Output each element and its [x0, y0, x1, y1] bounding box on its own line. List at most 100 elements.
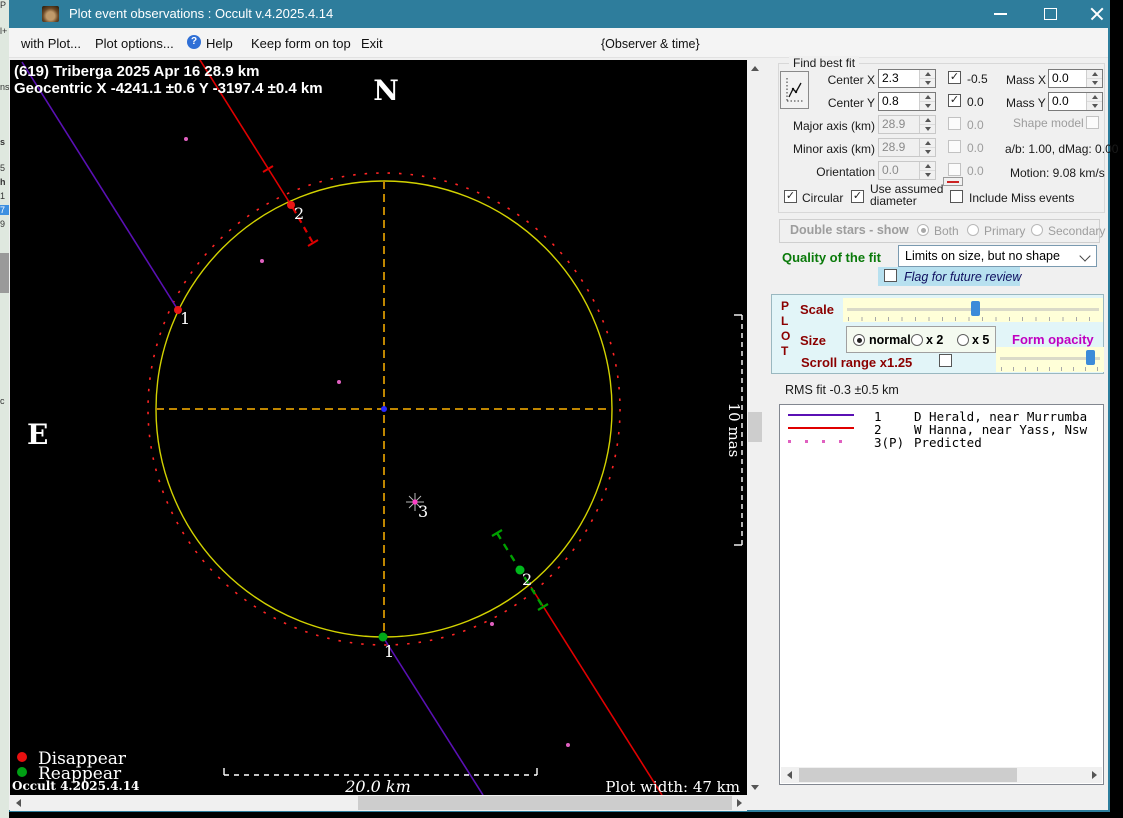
strip-char: 5: [0, 163, 5, 173]
scroll-up-arrow[interactable]: [747, 60, 763, 76]
mass-x-spinner[interactable]: 0.0: [1048, 69, 1103, 88]
spinner-down-icon: [920, 125, 935, 133]
close-button[interactable]: [1075, 0, 1119, 28]
center-y-spinner[interactable]: 0.8: [878, 92, 936, 111]
help-icon[interactable]: [187, 35, 201, 49]
listbox-scroll-thumb[interactable]: [799, 768, 1017, 782]
spinner-down-icon[interactable]: [1087, 79, 1102, 87]
scale-slider-thumb[interactable]: [971, 301, 980, 316]
include-miss-events-checkbox[interactable]: [950, 190, 963, 203]
combo-chevron-icon: [1079, 250, 1090, 261]
observer-row[interactable]: 1 D Herald, near Murrumba: [780, 409, 1103, 422]
window-title: Plot event observations : Occult v.4.202…: [69, 0, 333, 28]
strip-char: h: [0, 177, 6, 187]
form-opacity-slider[interactable]: [996, 347, 1104, 372]
menu-help[interactable]: Help: [206, 36, 233, 51]
hscrollbar-thumb[interactable]: [358, 796, 732, 810]
observer-row[interactable]: 2 W Hanna, near Yass, Nsw: [780, 422, 1103, 435]
chord1-departure: [383, 637, 483, 795]
spinner-up-icon[interactable]: [920, 70, 935, 79]
listbox-hscrollbar[interactable]: [781, 767, 1102, 783]
spinner-up-icon[interactable]: [1087, 93, 1102, 102]
quality-select[interactable]: Limits on size, but no shape: [898, 245, 1097, 267]
size-normal-radio[interactable]: [853, 334, 865, 346]
plot-letter: L: [781, 314, 788, 328]
shape-model-checkbox: [1086, 116, 1099, 129]
occultation-plot[interactable]: (619) Triberga 2025 Apr 16 28.9 kmGeocen…: [10, 60, 747, 795]
chord1-reappear-label: 1: [384, 642, 394, 661]
spinner-down-icon[interactable]: [920, 79, 935, 87]
flag-checkbox[interactable]: [884, 269, 897, 282]
size-label: Size: [800, 333, 826, 348]
orientation-check-label: 0.0: [967, 164, 984, 178]
scroll-left-arrow[interactable]: [10, 795, 26, 811]
fit-chart-button[interactable]: [780, 71, 809, 109]
size-x2-radio[interactable]: [911, 334, 923, 346]
mass-x-value: 0.0: [1049, 70, 1086, 87]
maximize-button[interactable]: [1028, 0, 1072, 28]
size-x2-label: x 2: [926, 333, 943, 347]
mass-y-label: Mass Y: [1006, 96, 1046, 110]
strip-char: P: [0, 0, 6, 10]
double-both-label: Both: [934, 224, 959, 238]
minimize-button[interactable]: [978, 0, 1022, 28]
orientation-checkbox: [948, 163, 961, 176]
menu-keep-form-on-top[interactable]: Keep form on top: [251, 36, 351, 51]
mass-y-spinner[interactable]: 0.0: [1048, 92, 1103, 111]
center-y-checkbox[interactable]: [948, 94, 961, 107]
slider-ticks: [1001, 367, 1099, 371]
red-line-button[interactable]: [943, 177, 963, 186]
menu-plot-options[interactable]: Plot options...: [95, 36, 174, 51]
menu-exit[interactable]: Exit: [361, 36, 383, 51]
predicted-label: 3: [418, 502, 428, 521]
minor-axis-value: 28.9: [879, 139, 919, 156]
size-radio-group: normal x 2 x 5: [846, 326, 996, 353]
circular-checkbox[interactable]: [784, 190, 797, 203]
occult-plot-window: Plot event observations : Occult v.4.202…: [9, 0, 1110, 812]
major-axis-label: Major axis (km): [785, 119, 875, 133]
center-x-checkbox[interactable]: [948, 71, 961, 84]
center-y-check-label: 0.0: [967, 95, 984, 109]
scroll-range-checkbox[interactable]: [939, 354, 952, 367]
form-opacity-slider-thumb[interactable]: [1086, 350, 1095, 365]
app-icon[interactable]: [42, 6, 59, 22]
observer-row[interactable]: 3(P) Predicted: [780, 435, 1103, 448]
scroll-right-arrow[interactable]: [1086, 767, 1102, 783]
center-x-spinner[interactable]: 2.3: [878, 69, 936, 88]
slider-groove: [1000, 357, 1100, 360]
minimize-icon: [994, 13, 1007, 15]
spinner-up-icon[interactable]: [1087, 70, 1102, 79]
menu-with-plot[interactable]: with Plot...: [21, 36, 81, 51]
observer-listbox[interactable]: 1 D Herald, near Murrumba 2 W Hanna, nea…: [779, 404, 1104, 785]
size-normal-label: normal: [869, 333, 911, 347]
predicted-dot: [260, 259, 264, 263]
spinner-down-icon[interactable]: [920, 102, 935, 110]
scroll-left-arrow[interactable]: [781, 767, 797, 783]
orientation-spinner: 0.0: [878, 161, 936, 180]
spinner-down-icon: [920, 148, 935, 156]
size-x5-radio[interactable]: [957, 334, 969, 346]
strip-char: c: [0, 396, 5, 406]
scale-slider[interactable]: [843, 298, 1103, 322]
spinner-down-icon[interactable]: [1087, 102, 1102, 110]
fit-chart-icon: [784, 76, 805, 104]
chord1-disappear-label: 1: [180, 309, 190, 328]
minor-axis-check-label: 0.0: [967, 141, 984, 155]
scroll-right-arrow[interactable]: [731, 795, 747, 811]
use-assumed-diameter-checkbox[interactable]: [851, 190, 864, 203]
plot-vscrollbar[interactable]: [747, 60, 763, 795]
plot-letter: O: [781, 329, 790, 343]
spinner-up-icon[interactable]: [920, 93, 935, 102]
strip-char-highlighted: 7: [0, 205, 9, 215]
vscrollbar-thumb[interactable]: [748, 412, 762, 442]
plot-hscrollbar[interactable]: [10, 795, 747, 811]
observer-id: 3(P): [874, 435, 904, 450]
plot-svg: (619) Triberga 2025 Apr 16 28.9 kmGeocen…: [10, 60, 747, 795]
scroll-down-arrow[interactable]: [747, 779, 763, 795]
observer-name: Predicted: [914, 435, 982, 450]
circular-label: Circular: [802, 191, 843, 205]
mas-scale-label: 10 mas: [725, 403, 743, 458]
close-icon: [1090, 7, 1104, 21]
minor-axis-label: Minor axis (km): [785, 142, 875, 156]
predicted-swatch: [788, 440, 854, 443]
